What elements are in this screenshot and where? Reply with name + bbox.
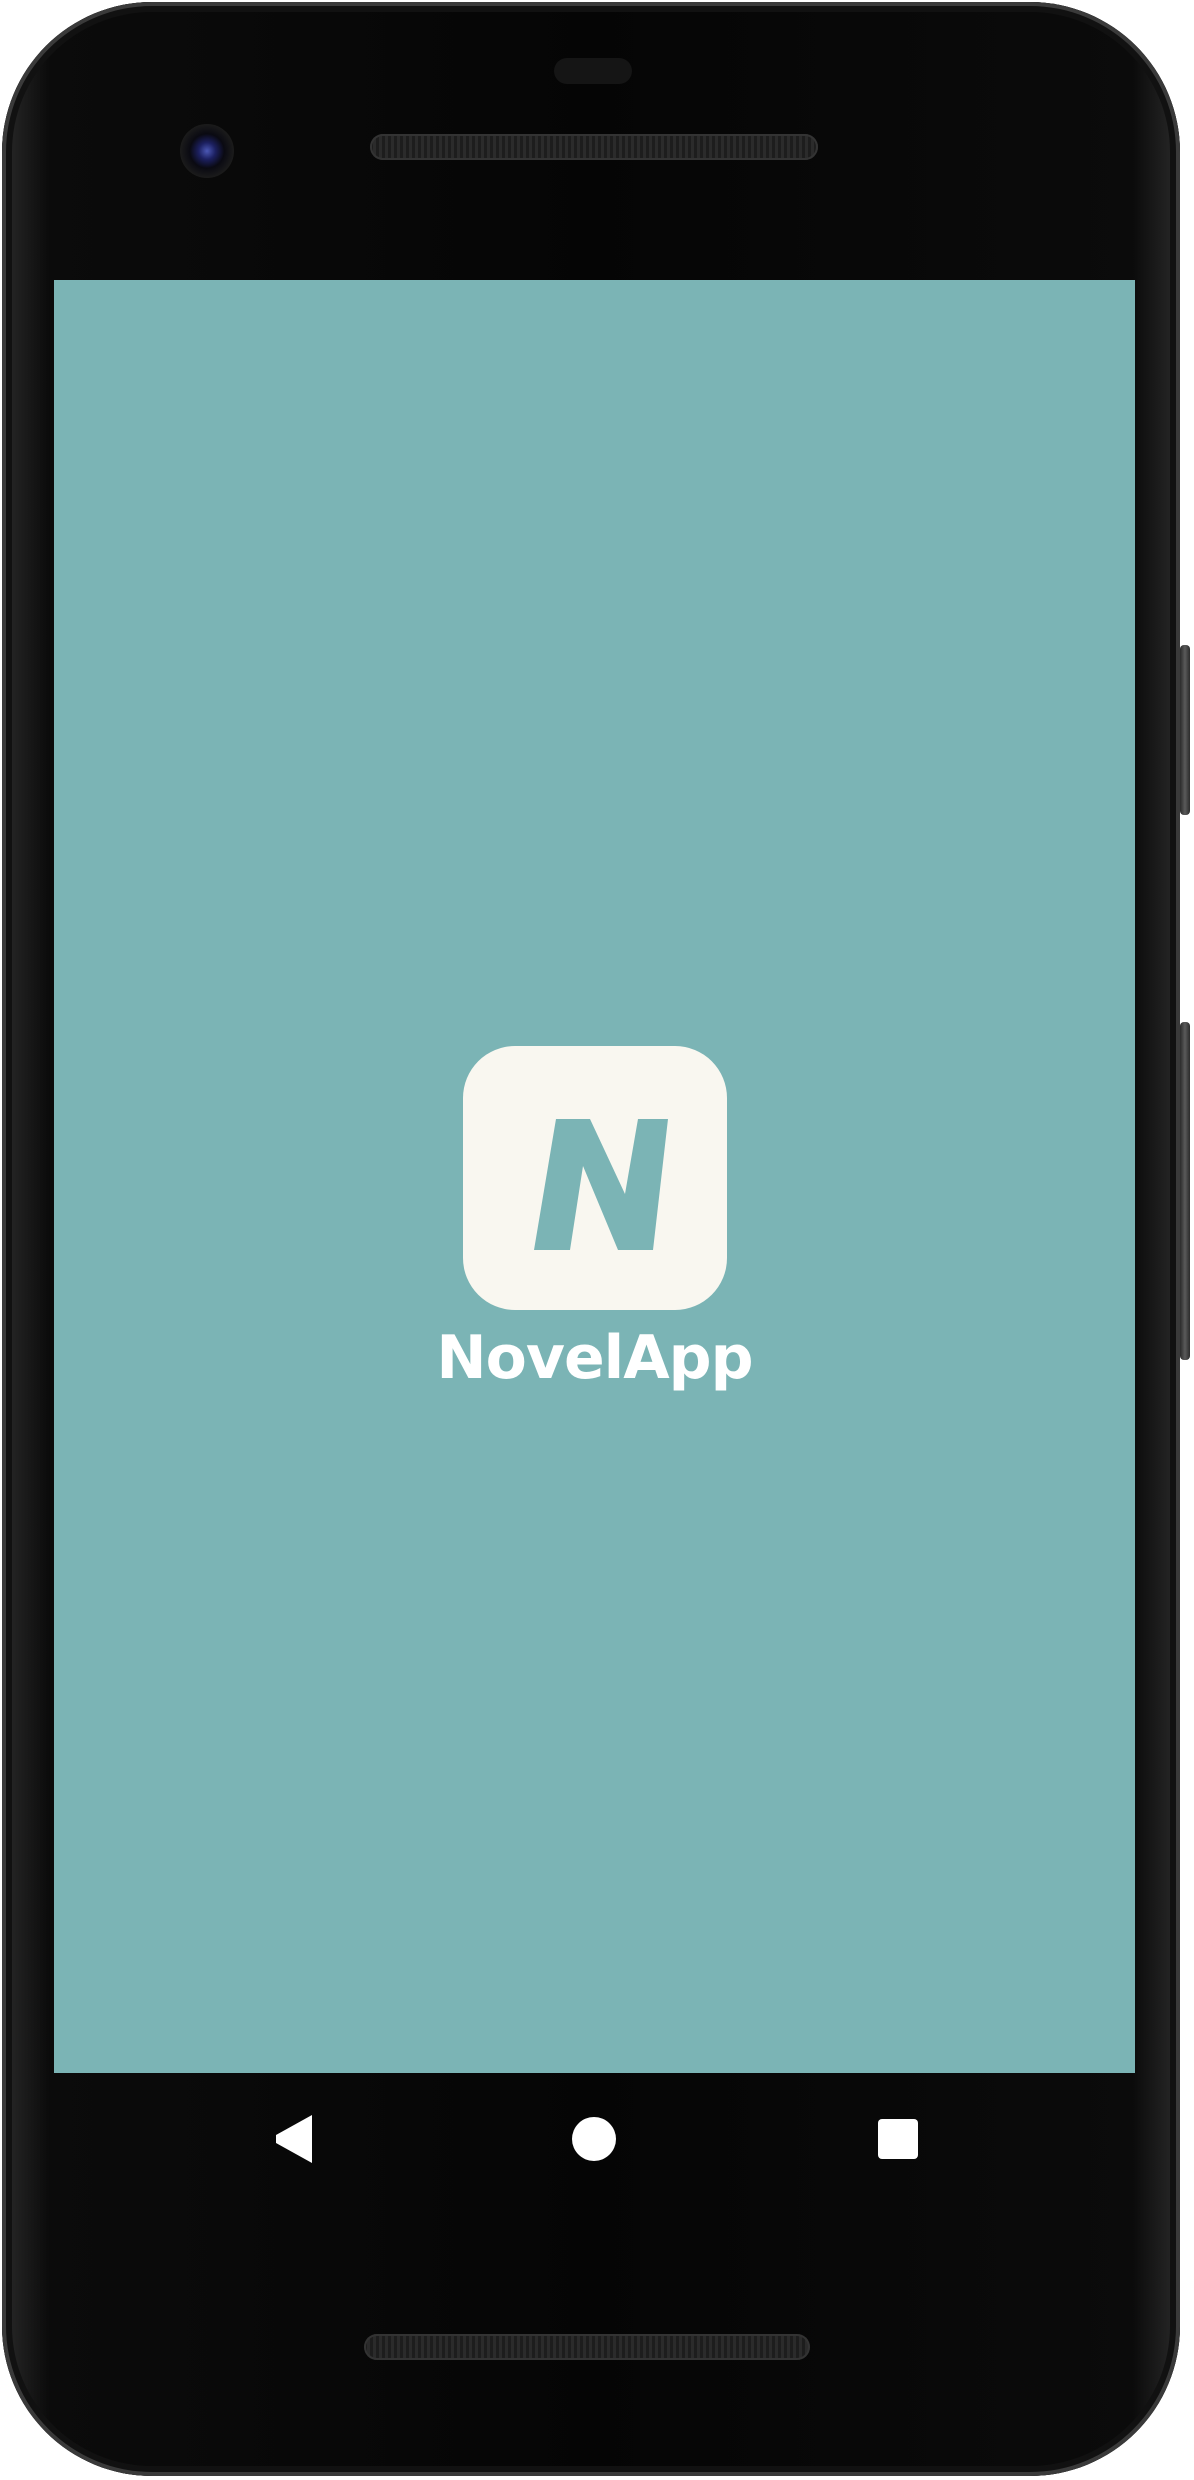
splash-screen: NovelApp (54, 280, 1135, 2073)
navigation-bar (54, 2073, 1135, 2205)
back-triangle-icon (276, 2115, 312, 2163)
phone-frame: NovelApp (2, 2, 1180, 2476)
earpiece-speaker (370, 134, 818, 160)
screen: NovelApp (54, 280, 1135, 2073)
proximity-sensor (554, 58, 632, 84)
app-name: NovelApp (436, 1323, 753, 1393)
recents-square-icon (878, 2119, 918, 2159)
power-button (1180, 645, 1190, 815)
volume-buttons (1180, 1022, 1190, 1360)
n-letter-icon (534, 1119, 668, 1250)
back-button[interactable] (266, 2109, 326, 2169)
novelapp-logo-icon (463, 1046, 727, 1310)
front-camera-icon (180, 124, 234, 178)
bottom-speaker (364, 2334, 810, 2360)
home-circle-icon (572, 2117, 616, 2161)
recents-button[interactable] (868, 2109, 928, 2169)
home-button[interactable] (564, 2109, 624, 2169)
